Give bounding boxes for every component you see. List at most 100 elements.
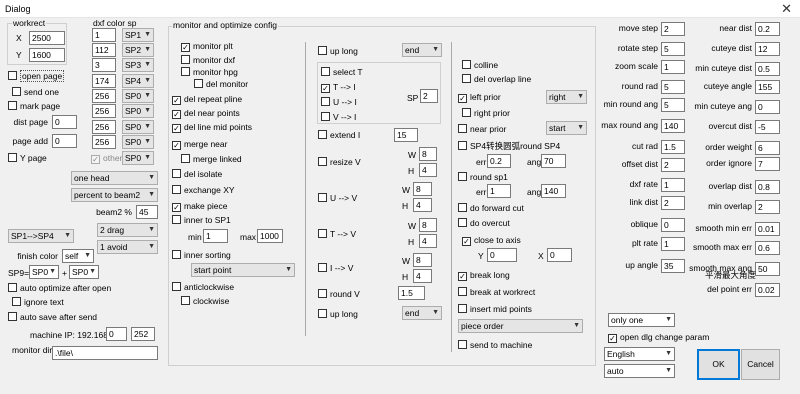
t-to-v-checkbox[interactable]: T --> V bbox=[318, 229, 356, 240]
param-input[interactable]: 0.8 bbox=[755, 180, 780, 194]
i-to-v-checkbox[interactable]: I --> V bbox=[318, 263, 353, 274]
percent-select[interactable]: percent to beam2 ▼ bbox=[71, 188, 158, 202]
dxf-color-input[interactable]: 112 bbox=[92, 43, 116, 57]
anticlockwise-checkbox[interactable]: anticlockwise bbox=[172, 282, 234, 293]
param-input[interactable]: 0.5 bbox=[755, 62, 780, 76]
axis-x-input[interactable]: 0 bbox=[547, 248, 572, 262]
dxf-color-input[interactable]: 3 bbox=[92, 58, 116, 72]
param-input[interactable]: 0.01 bbox=[755, 222, 780, 236]
sp9-b-select[interactable]: SP0 ▼ bbox=[69, 265, 99, 279]
sp9-a-select[interactable]: SP0 ▼ bbox=[29, 265, 59, 279]
dxf-sp-select[interactable]: SP0 ▼ bbox=[122, 120, 154, 134]
monitor-dxf-checkbox[interactable]: monitor dxf bbox=[181, 55, 235, 66]
dxf-color-input[interactable]: 174 bbox=[92, 74, 116, 88]
language-select[interactable]: English ▼ bbox=[604, 347, 675, 361]
open-page-checkbox[interactable]: open page bbox=[8, 70, 65, 82]
del-isolate-checkbox[interactable]: del isolate bbox=[172, 169, 222, 180]
sp4-ang-input[interactable]: 70 bbox=[541, 154, 566, 168]
insert-mid-points-checkbox[interactable]: insert mid points bbox=[458, 304, 532, 315]
param-input[interactable]: 5 bbox=[661, 80, 685, 94]
dxf-sp-select[interactable]: SP2 ▼ bbox=[122, 43, 154, 57]
param-input[interactable]: 5 bbox=[661, 42, 685, 56]
del-repeat-pline-checkbox[interactable]: ✓ del repeat pline bbox=[172, 94, 242, 105]
t-v-w-input[interactable]: 8 bbox=[419, 218, 437, 232]
do-overcut-checkbox[interactable]: do overcut bbox=[458, 218, 510, 229]
left-prior-select[interactable]: right ▼ bbox=[546, 90, 587, 104]
page-add-input[interactable]: 0 bbox=[52, 134, 77, 148]
dxf-sp-select[interactable]: SP4 ▼ bbox=[122, 74, 154, 88]
param-input[interactable]: 5 bbox=[661, 98, 685, 112]
close-to-axis-checkbox[interactable]: ✓ close to axis bbox=[462, 235, 521, 246]
y-page-checkbox[interactable]: Y page bbox=[8, 153, 47, 164]
u-to-v-checkbox[interactable]: U --> V bbox=[318, 193, 357, 204]
round-v-checkbox[interactable]: round V bbox=[318, 289, 360, 300]
do-forward-cut-checkbox[interactable]: do forward cut bbox=[458, 203, 524, 214]
avoid-select[interactable]: 1 avoid ▼ bbox=[97, 240, 158, 254]
v-to-i-checkbox[interactable]: V --> I bbox=[321, 112, 356, 123]
resize-v-w-input[interactable]: 8 bbox=[419, 147, 437, 161]
param-input[interactable]: 0.02 bbox=[755, 283, 780, 297]
only-one-select[interactable]: only one ▼ bbox=[608, 313, 675, 327]
up-long-2-select[interactable]: end ▼ bbox=[402, 306, 442, 320]
param-input[interactable]: 2 bbox=[661, 158, 685, 172]
piece-order-select[interactable]: piece order ▼ bbox=[458, 319, 583, 333]
t-v-h-input[interactable]: 4 bbox=[419, 234, 437, 248]
param-input[interactable]: 2 bbox=[755, 200, 780, 214]
param-input[interactable]: 0.6 bbox=[755, 241, 780, 255]
workrect-y-input[interactable]: 1600 bbox=[29, 48, 65, 62]
param-input[interactable]: 0.2 bbox=[755, 22, 780, 36]
open-dlg-change-param-checkbox[interactable]: ✓ open dlg change param bbox=[608, 332, 709, 343]
dxf-sp-select[interactable]: SP1 ▼ bbox=[122, 28, 154, 42]
dxf-color-input[interactable]: 256 bbox=[92, 120, 116, 134]
left-prior-checkbox[interactable]: ✓ left prior bbox=[458, 92, 501, 103]
monitor-plt-checkbox[interactable]: ✓ monitor plt bbox=[181, 41, 233, 52]
right-prior-checkbox[interactable]: right prior bbox=[462, 108, 510, 119]
param-input[interactable]: 6 bbox=[755, 141, 780, 155]
param-input[interactable]: -5 bbox=[755, 120, 780, 134]
param-input[interactable]: 2 bbox=[661, 196, 685, 210]
extend-i-input[interactable]: 15 bbox=[394, 128, 418, 142]
param-input[interactable]: 12 bbox=[755, 42, 780, 56]
round-v-input[interactable]: 1.5 bbox=[398, 286, 425, 300]
up-long-checkbox[interactable]: up long bbox=[318, 46, 358, 57]
auto-save-checkbox[interactable]: auto save after send bbox=[8, 312, 97, 323]
inner-to-sp1-checkbox[interactable]: inner to SP1 bbox=[172, 215, 231, 226]
param-input[interactable]: 140 bbox=[661, 119, 685, 133]
param-input[interactable]: 1 bbox=[661, 178, 685, 192]
monitor-dir-input[interactable]: .\file\ bbox=[52, 346, 158, 360]
axis-y-input[interactable]: 0 bbox=[487, 248, 517, 262]
i-v-w-input[interactable]: 8 bbox=[413, 253, 432, 267]
dxf-color-input[interactable]: 256 bbox=[92, 89, 116, 103]
u-v-w-input[interactable]: 8 bbox=[413, 182, 432, 196]
merge-linked-checkbox[interactable]: merge linked bbox=[181, 154, 242, 165]
ok-button[interactable]: OK bbox=[697, 349, 740, 380]
i-v-h-input[interactable]: 4 bbox=[413, 269, 432, 283]
near-prior-select[interactable]: start ▼ bbox=[546, 121, 587, 135]
dist-page-input[interactable]: 0 bbox=[52, 115, 77, 129]
merge-near-checkbox[interactable]: ✓ merge near bbox=[172, 139, 227, 150]
up-long-2-checkbox[interactable]: up long bbox=[318, 309, 358, 320]
u-v-h-input[interactable]: 4 bbox=[413, 198, 432, 212]
t-to-i-checkbox[interactable]: ✓ T --> I bbox=[321, 82, 356, 93]
send-to-machine-checkbox[interactable]: send to machine bbox=[458, 340, 532, 351]
del-overlap-line-checkbox[interactable]: del overlap line bbox=[462, 74, 531, 85]
up-long-select[interactable]: end ▼ bbox=[402, 43, 442, 57]
break-at-workrect-checkbox[interactable]: break at workrect bbox=[458, 287, 535, 298]
auto-optimize-checkbox[interactable]: auto optimize after open bbox=[8, 283, 111, 294]
ignore-text-checkbox[interactable]: ignore text bbox=[12, 297, 64, 308]
param-input[interactable]: 35 bbox=[661, 259, 685, 273]
drag-select[interactable]: 2 drag ▼ bbox=[97, 223, 158, 237]
del-monitor-checkbox[interactable]: del monitor bbox=[194, 79, 248, 90]
sp1-ang-input[interactable]: 140 bbox=[541, 184, 566, 198]
break-long-checkbox[interactable]: ✓ break long bbox=[458, 270, 510, 281]
ip-octet-3-input[interactable]: 0 bbox=[106, 327, 127, 341]
max-input[interactable]: 1000 bbox=[257, 229, 283, 243]
dxf-sp-select[interactable]: SP0 ▼ bbox=[122, 104, 154, 118]
send-one-checkbox[interactable]: send one bbox=[12, 87, 59, 98]
sp4-err-input[interactable]: 0.2 bbox=[487, 154, 511, 168]
param-input[interactable]: 0 bbox=[661, 218, 685, 232]
dxf-sp-select[interactable]: SP0 ▼ bbox=[122, 89, 154, 103]
dxf-sp-select[interactable]: SP3 ▼ bbox=[122, 58, 154, 72]
param-input[interactable]: 7 bbox=[755, 157, 780, 171]
min-input[interactable]: 1 bbox=[203, 229, 228, 243]
